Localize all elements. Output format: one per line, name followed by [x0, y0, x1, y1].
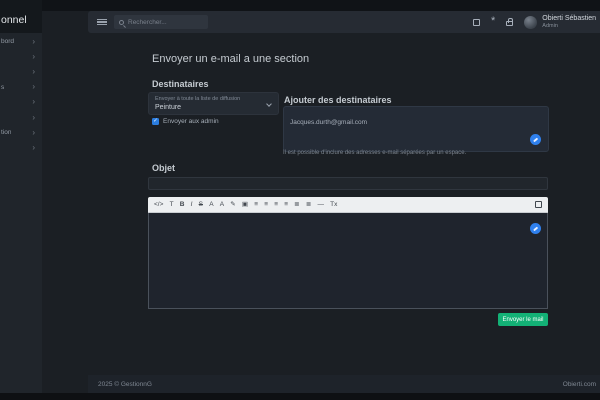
- chevron-right-icon: ›: [32, 129, 35, 137]
- user-name: Obierti Sébastien: [542, 15, 596, 23]
- editor-image-button[interactable]: ▣: [242, 197, 248, 213]
- editor-align-center-button[interactable]: ≡: [264, 197, 268, 213]
- sidebar-item-4[interactable]: s ›: [0, 80, 42, 95]
- search-icon: [119, 20, 124, 25]
- editor-horizontal-rule-button[interactable]: —: [317, 197, 324, 213]
- editor-pencil-button[interactable]: ✎: [230, 197, 235, 213]
- hamburger-menu-icon[interactable]: [97, 17, 107, 27]
- editor-text-style-button[interactable]: T: [170, 197, 174, 213]
- mailing-list-selected-value: Peinture: [155, 104, 262, 111]
- footer-copyright: 2025 © GestionnG: [98, 381, 152, 388]
- sidebar-item-7[interactable]: tion ›: [0, 125, 42, 140]
- subject-heading: Objet: [152, 163, 175, 173]
- editor-align-left-button[interactable]: ≡: [254, 197, 258, 213]
- editor-fullscreen-icon[interactable]: [535, 201, 542, 208]
- editor-strikethrough-button[interactable]: S: [199, 197, 203, 213]
- editor-toolbar: </> T B I S A A ✎ ▣ ≡ ≡ ≡ ≡ ≣ ≣ — Tx: [148, 197, 548, 213]
- send-to-admins-label: Envoyer aux admin: [163, 118, 219, 125]
- editor-align-justify-button[interactable]: ≡: [284, 197, 288, 213]
- assistant-widget-icon[interactable]: [530, 134, 541, 145]
- chevron-down-icon: [266, 101, 272, 107]
- recipients-heading: Destinataires: [152, 79, 209, 89]
- chevron-right-icon: ›: [32, 53, 35, 61]
- chevron-right-icon: ›: [32, 83, 35, 91]
- editor-content-area[interactable]: [148, 213, 548, 309]
- chevron-right-icon: ›: [32, 98, 35, 106]
- sidebar-nav: bord › › › s › › › tion › ›: [0, 34, 42, 156]
- editor-code-button[interactable]: </>: [154, 197, 163, 213]
- sidebar-item-8[interactable]: ›: [0, 140, 42, 155]
- search-placeholder: Rechercher...: [128, 19, 167, 26]
- add-recipients-heading: Ajouter des destinataires: [284, 95, 392, 105]
- editor-unordered-list-button[interactable]: ≣: [306, 197, 311, 213]
- lock-icon[interactable]: [506, 21, 513, 26]
- recipients-email-textarea[interactable]: Jacques.durth@gmail.com: [283, 106, 549, 152]
- avatar: [524, 16, 537, 29]
- send-to-admins-checkbox[interactable]: ✓: [152, 118, 159, 125]
- editor-highlight-color-button[interactable]: A: [220, 197, 224, 213]
- main-area: Rechercher... * Obierti Sébastien Admin …: [42, 0, 600, 393]
- send-to-admins-row: ✓ Envoyer aux admin: [152, 118, 219, 125]
- chevron-right-icon: ›: [32, 68, 35, 76]
- sidebar-item-3[interactable]: ›: [0, 64, 42, 79]
- rich-text-editor: </> T B I S A A ✎ ▣ ≡ ≡ ≡ ≡ ≣ ≣ — Tx: [148, 197, 548, 309]
- sidebar-item-1[interactable]: bord ›: [0, 34, 42, 49]
- topbar-actions: * Obierti Sébastien Admin: [473, 15, 600, 29]
- topbar: Rechercher... * Obierti Sébastien Admin: [88, 11, 600, 33]
- editor-clear-format-button[interactable]: Tx: [330, 197, 337, 213]
- user-role: Admin: [542, 23, 596, 29]
- sidebar-item-5[interactable]: ›: [0, 95, 42, 110]
- top-gap: [42, 0, 600, 11]
- send-mail-button[interactable]: Envoyer le mail: [498, 313, 548, 326]
- mailing-list-select[interactable]: Envoyer à toute la liste de diffusion Pe…: [148, 92, 279, 115]
- fullscreen-icon[interactable]: [473, 19, 480, 26]
- sidebar-item-label: tion: [1, 129, 11, 136]
- sidebar-item-2[interactable]: ›: [0, 49, 42, 64]
- light-mode-icon[interactable]: *: [491, 18, 495, 27]
- recipients-email-value: Jacques.durth@gmail.com: [290, 119, 367, 126]
- sidebar-item-label: bord: [1, 38, 14, 45]
- recipients-helper-text: Il est possible d'inclure des adresses e…: [283, 150, 466, 156]
- editor-font-color-button[interactable]: A: [209, 197, 213, 213]
- editor-bold-button[interactable]: B: [180, 197, 185, 213]
- assistant-widget-icon[interactable]: [530, 223, 541, 234]
- mailing-list-select-label: Envoyer à toute la liste de diffusion: [155, 96, 262, 102]
- footer: 2025 © GestionnG Obierti.com: [88, 375, 600, 393]
- editor-align-right-button[interactable]: ≡: [274, 197, 278, 213]
- chevron-right-icon: ›: [32, 114, 35, 122]
- footer-link[interactable]: Obierti.com: [563, 381, 596, 388]
- chevron-right-icon: ›: [32, 144, 35, 152]
- sidebar-item-label: s: [1, 84, 4, 91]
- sidebar-header: onnel: [0, 0, 42, 33]
- editor-ordered-list-button[interactable]: ≣: [294, 197, 299, 213]
- sidebar: onnel bord › › › s › › › tion ›: [0, 0, 42, 393]
- chevron-right-icon: ›: [32, 38, 35, 46]
- user-menu[interactable]: Obierti Sébastien Admin: [524, 15, 596, 29]
- subject-input[interactable]: [148, 177, 548, 190]
- editor-italic-button[interactable]: I: [191, 197, 193, 213]
- app-brand: onnel: [1, 14, 27, 26]
- sidebar-item-6[interactable]: ›: [0, 110, 42, 125]
- search-input[interactable]: Rechercher...: [114, 15, 208, 29]
- page-title: Envoyer un e-mail a une section: [152, 53, 309, 65]
